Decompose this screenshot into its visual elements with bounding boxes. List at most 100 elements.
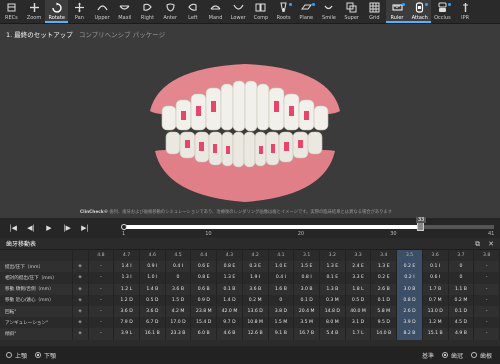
table-cell: -: [473, 283, 500, 295]
table-cell: 3.9 L: [113, 328, 140, 340]
tooth-column-header[interactable]: 4.4: [190, 250, 218, 262]
table-cell: 0.8 D: [396, 294, 423, 306]
table-cell: -: [88, 272, 115, 284]
toolbar-occlus-button[interactable]: Occlus: [431, 0, 454, 23]
first-stage-button[interactable]: |◀: [4, 219, 22, 237]
tooth-column-header[interactable]: 4.8: [88, 250, 115, 262]
toolbar-grid-button[interactable]: Grid: [363, 0, 386, 23]
copy-icon[interactable]: ⧉: [475, 240, 480, 249]
table-cell: 23.8 M: [190, 305, 218, 318]
3d-viewer[interactable]: 1. 最終のセットアップ コンプリヘンシブ パッケージ ClinCheck® 歯…: [0, 24, 500, 218]
radio-upper[interactable]: 上顎: [6, 351, 27, 360]
tooth-column-header[interactable]: 3.8: [473, 250, 500, 262]
main-toolbar: RECs Zoom Rotate Pan Upper Maxil Right Anter Lef…: [0, 0, 500, 24]
tooth-column-header[interactable]: 3.4: [370, 250, 398, 262]
toolbar-lower-button[interactable]: Lower: [227, 0, 250, 23]
rotation-icon: ◈: [72, 305, 89, 318]
toolbar-rotate-button[interactable]: Rotate: [45, 0, 69, 23]
radio-crown[interactable]: 歯冠: [441, 351, 463, 360]
table-cell: 4.2 M: [165, 305, 192, 318]
radio-circle-icon[interactable]: [35, 352, 42, 358]
package-subtitle: コンプリヘンシブ パッケージ: [78, 31, 166, 39]
toolbar-anter-button[interactable]: Anter: [159, 0, 182, 23]
upper-arch-icon: [97, 5, 108, 11]
toolbar-plane-button[interactable]: Plane: [295, 0, 318, 23]
tooth-column-header[interactable]: 3.5: [396, 250, 423, 262]
close-icon[interactable]: ✕: [488, 240, 494, 249]
toolbar-comp-button[interactable]: Comp: [250, 0, 273, 23]
toolbar-button-label: Occlus: [434, 15, 451, 21]
toolbar-ruler-button[interactable]: Ruler: [385, 0, 409, 23]
toolbar-button-label: Mand: [208, 15, 223, 21]
table-cell: 2.6 B: [370, 283, 398, 295]
radio-root[interactable]: 歯根: [470, 351, 492, 360]
stage-timeline[interactable]: 33 1 10 20 30 41: [121, 217, 494, 238]
table-cell: 0: [448, 261, 475, 273]
tooth-column-header[interactable]: 4.3: [216, 250, 243, 262]
table-cell: 1.4 D: [216, 294, 243, 306]
table-cell: 1.5 M: [268, 317, 295, 329]
table-cell: 1.4 I: [113, 261, 140, 273]
toolbar-roots-button[interactable]: Roots: [272, 0, 295, 23]
table-cell: 0.2 I: [396, 272, 423, 284]
tooth-column-header[interactable]: 4.2: [242, 250, 269, 262]
tooth-column-header[interactable]: 3.1: [293, 250, 320, 262]
table-cell: 15.1 B: [422, 328, 449, 340]
dental-model[interactable]: [140, 56, 350, 206]
table-row: 相対的挺出/圧下（mm） ◈ -1.3 I 1.0 I 0 0.8 E 1.3 E 1.9 I…: [0, 272, 500, 284]
toolbar-left-button[interactable]: Left: [182, 0, 205, 23]
radio-circle-icon[interactable]: [441, 352, 448, 358]
tooth-column-header[interactable]: 4.5: [165, 250, 192, 262]
tooth-column-header[interactable]: 3.7: [448, 250, 475, 262]
status-dot-icon: [425, 3, 429, 6]
toolbar-upper-button[interactable]: Upper: [91, 0, 114, 23]
superimpose-icon: [346, 2, 357, 13]
radio-lower[interactable]: 下顎: [35, 351, 56, 360]
table-cell: 2.4 E: [345, 261, 372, 273]
toolbar-right-button[interactable]: Right: [136, 0, 159, 23]
toolbar-pan-button[interactable]: Pan: [68, 0, 91, 23]
table-cell: 5.8 M: [370, 305, 398, 318]
prev-stage-button[interactable]: ◀|: [22, 219, 40, 237]
toolbar-super-button[interactable]: Super: [340, 0, 363, 23]
tooth-column-header[interactable]: 3.6: [422, 250, 449, 262]
tooth-column-header[interactable]: 4.6: [139, 250, 166, 262]
table-cell: 9.7 D: [216, 317, 243, 329]
radio-circle-icon[interactable]: [470, 352, 477, 358]
table-cell: 4.5 D: [448, 317, 475, 329]
radio-upper-label: 上顎: [15, 352, 28, 360]
table-cell: 0.5 D: [139, 294, 166, 306]
timeline-handle[interactable]: [417, 222, 424, 231]
toolbar-smile-button[interactable]: Smile: [318, 0, 341, 23]
toolbar-button-label: Pan: [74, 15, 84, 21]
table-cell: 7.9 D: [113, 317, 140, 329]
tooth-column-header[interactable]: 4.1: [268, 250, 295, 262]
radio-circle-icon[interactable]: [6, 352, 12, 358]
toolbar-button-label: Maxil: [118, 15, 132, 21]
table-cell: 1.1 B: [448, 283, 475, 295]
table-cell: 0: [165, 272, 192, 284]
timeline-tick-label: 10: [205, 231, 212, 237]
toolbar-recs-button[interactable]: RECs: [0, 0, 23, 23]
tooth-column-header[interactable]: 3.3: [345, 250, 372, 262]
toolbar-attach-button[interactable]: Attach: [408, 0, 432, 23]
rotate-icon: [52, 2, 62, 13]
lower-arch-icon: [233, 4, 244, 10]
toolbar-zoom-button[interactable]: Zoom: [23, 0, 46, 23]
tooth-column-header[interactable]: 4.7: [113, 250, 140, 262]
table-cell: 0.5 D: [345, 294, 372, 306]
ipr-icon: [462, 3, 468, 12]
toolbar-button-label: Left: [188, 15, 198, 21]
play-button[interactable]: ▶: [40, 219, 58, 237]
table-cell: -: [473, 294, 500, 306]
last-stage-button[interactable]: ▶|: [76, 219, 94, 237]
toolbar-button-label: Lower: [230, 15, 246, 21]
table-cell: -: [473, 305, 500, 318]
tooth-column-header[interactable]: 3.2: [319, 250, 346, 262]
toolbar-maxil-button[interactable]: Maxil: [113, 0, 136, 23]
toolbar-mand-button[interactable]: Mand: [204, 0, 227, 23]
row-label: 相対的挺出/圧下（mm）: [0, 272, 73, 284]
ruler-icon: [392, 4, 403, 11]
next-stage-button[interactable]: |▶: [58, 219, 76, 237]
toolbar-ipr-button[interactable]: IPR: [454, 0, 477, 23]
